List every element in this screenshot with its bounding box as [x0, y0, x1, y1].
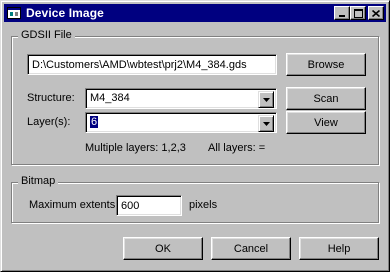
cancel-button-label: Cancel	[233, 242, 269, 255]
device-image-icon	[7, 7, 21, 19]
maximize-icon	[353, 8, 363, 18]
structure-combobox[interactable]: M4_384	[85, 88, 277, 109]
layers-value: 6	[90, 116, 99, 128]
structure-dropdown-button[interactable]	[258, 91, 274, 108]
view-button[interactable]: View	[286, 111, 366, 134]
browse-button-label: Browse	[307, 58, 345, 71]
scan-button[interactable]: Scan	[286, 87, 366, 110]
layers-dropdown-button[interactable]	[258, 115, 274, 132]
browse-button[interactable]: Browse	[286, 53, 366, 76]
structure-label: Structure:	[27, 92, 75, 104]
pixels-unit-label: pixels	[189, 199, 218, 211]
minimize-icon	[339, 15, 345, 17]
close-icon	[372, 9, 380, 17]
scan-button-label: Scan	[313, 92, 339, 105]
chevron-down-icon	[262, 121, 270, 126]
cancel-button[interactable]: Cancel	[211, 237, 291, 260]
maximum-extents-label: Maximum extents:	[29, 199, 119, 211]
maximize-button[interactable]	[350, 6, 366, 20]
ok-button[interactable]: OK	[123, 237, 203, 260]
help-button-label: Help	[327, 242, 351, 255]
title-bar[interactable]: Device Image	[4, 4, 386, 22]
ok-button-label: OK	[155, 242, 171, 255]
all-layers-hint: All layers: =	[208, 142, 266, 154]
structure-value: M4_384	[90, 92, 130, 104]
window-title: Device Image	[26, 6, 104, 20]
help-button[interactable]: Help	[299, 237, 379, 260]
device-image-dialog: Device Image GDSII File Browse Structure…	[0, 0, 390, 272]
gdsii-group-label: GDSII File	[18, 29, 75, 41]
bitmap-group-label: Bitmap	[18, 175, 59, 187]
layers-label: Layer(s):	[27, 116, 71, 128]
minimize-button[interactable]	[334, 6, 350, 20]
close-button[interactable]	[368, 6, 384, 20]
multiple-layers-hint: Multiple layers: 1,2,3	[85, 142, 186, 154]
layers-combobox[interactable]: 6	[85, 112, 277, 133]
gds-file-path-input[interactable]	[27, 54, 277, 75]
view-button-label: View	[314, 116, 338, 129]
maximum-extents-input[interactable]	[116, 195, 182, 216]
chevron-down-icon	[262, 97, 270, 102]
